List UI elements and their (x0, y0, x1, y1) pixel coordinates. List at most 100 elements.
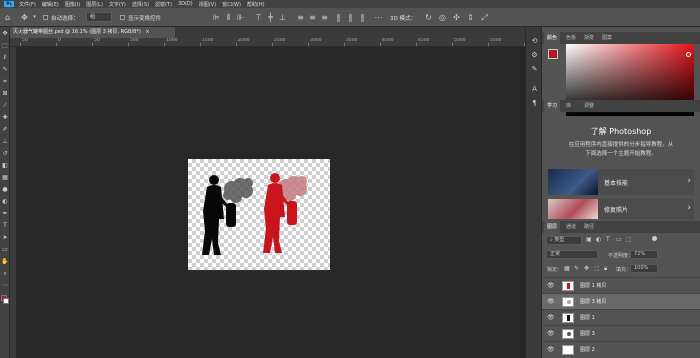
rectangle-tool-icon[interactable]: ▭ (1, 246, 9, 254)
filter-smart-icon[interactable]: ⬚ (626, 236, 632, 243)
align-right-icon[interactable]: ⊪ (236, 13, 245, 22)
tab-paths[interactable]: 路径 (584, 221, 594, 233)
layer-row[interactable]: 👁︎ 图层 2 (542, 341, 700, 357)
color-picker-handle[interactable] (686, 52, 691, 57)
quick-select-tool-icon[interactable]: ✎ (1, 66, 9, 74)
3d-roll-icon[interactable]: ◎ (438, 13, 447, 22)
tab-adjustments[interactable]: 调整 (584, 100, 594, 112)
auto-select-checkbox[interactable] (43, 15, 48, 20)
menu-filter[interactable]: 滤镜(T) (155, 1, 172, 8)
visibility-eye-icon[interactable]: 👁︎ (547, 330, 555, 337)
frame-tool-icon[interactable]: ⊠ (1, 90, 9, 98)
tab-channels[interactable]: 通道 (566, 221, 576, 233)
3d-pan-icon[interactable]: ✣ (452, 13, 461, 22)
visibility-eye-icon[interactable]: 👁︎ (547, 298, 555, 305)
visibility-eye-icon[interactable]: 👁︎ (547, 314, 555, 321)
lock-transparent-icon[interactable]: ▦ (564, 265, 570, 272)
fill-input[interactable]: 100% (630, 264, 658, 273)
tab-color[interactable]: 颜色 (544, 32, 561, 44)
lock-image-icon[interactable]: ✎ (574, 265, 579, 272)
distribute-center-icon[interactable]: ‖ (346, 13, 355, 22)
filter-toggle[interactable] (652, 236, 657, 241)
menu-image[interactable]: 图像(I) (65, 1, 80, 8)
layer-row[interactable]: 👁︎ 图层 3 (542, 325, 700, 341)
lasso-tool-icon[interactable]: ℓ (1, 54, 9, 62)
tab-layers[interactable]: 图层 (544, 221, 561, 233)
history-icon[interactable]: ⟲ (530, 37, 539, 46)
eyedropper-tool-icon[interactable]: ⁄ (1, 102, 9, 110)
menu-3d[interactable]: 3D(D) (178, 1, 193, 7)
learn-card-fix-photo[interactable]: 修复照片 › (548, 199, 694, 219)
opacity-input[interactable]: 72% (630, 250, 658, 259)
align-left-icon[interactable]: ⊫ (212, 13, 221, 22)
crop-tool-icon[interactable]: ⌗ (1, 78, 9, 86)
menu-layer[interactable]: 图层(L) (86, 1, 103, 8)
distribute-middle-icon[interactable]: ≡ (308, 13, 317, 22)
distribute-left-icon[interactable]: ‖ (334, 13, 343, 22)
distribute-top-icon[interactable]: ≡ (296, 13, 305, 22)
paragraph-icon[interactable]: ¶ (530, 99, 539, 108)
hand-tool-icon[interactable]: ✋ (1, 258, 9, 266)
3d-scale-icon[interactable]: ⤢ (480, 13, 489, 22)
type-tool-icon[interactable]: T (1, 222, 9, 230)
tab-patterns[interactable]: 图案 (602, 32, 612, 44)
distribute-bottom-icon[interactable]: ≡ (320, 13, 329, 22)
tab-learn[interactable]: 学习 (544, 100, 561, 112)
menu-select[interactable]: 选择(S) (132, 1, 149, 8)
background-color-swatch[interactable] (3, 298, 9, 304)
brush-settings-icon[interactable]: ✎ (530, 65, 539, 74)
menu-help[interactable]: 帮助(H) (247, 1, 265, 8)
pen-tool-icon[interactable]: ✒ (1, 210, 9, 218)
menu-type[interactable]: 文字(Y) (109, 1, 126, 8)
menu-file[interactable]: 文件(F) (19, 1, 36, 8)
foreground-color-swatch[interactable] (548, 49, 558, 59)
filter-type-icon[interactable]: T (606, 236, 610, 243)
dodge-tool-icon[interactable]: ◐ (1, 198, 9, 206)
layer-row[interactable]: 👁︎ 图层 1 (542, 309, 700, 325)
document-canvas[interactable] (188, 159, 330, 270)
character-icon[interactable]: A (530, 85, 539, 94)
lock-position-icon[interactable]: ✥ (584, 265, 589, 272)
blur-tool-icon[interactable]: ● (1, 186, 9, 194)
filter-adjustment-icon[interactable]: ◐ (596, 236, 601, 243)
lock-all-icon[interactable]: 🔒︎ (604, 265, 607, 273)
show-transform-checkbox[interactable] (120, 15, 125, 20)
layer-row[interactable]: 👁︎ 图层 3 拷贝 (542, 293, 700, 309)
menu-view[interactable]: 视图(V) (199, 1, 216, 8)
auto-select-dropdown[interactable]: 组 (86, 12, 112, 22)
align-bottom-icon[interactable]: ⊥ (278, 13, 287, 22)
filter-shape-icon[interactable]: ▭ (616, 236, 622, 243)
properties-icon[interactable]: ⚙ (530, 51, 539, 60)
more-tools-icon[interactable]: ⋯ (1, 282, 9, 290)
eraser-tool-icon[interactable]: ◧ (1, 162, 9, 170)
menu-window[interactable]: 窗口(W) (222, 1, 241, 8)
visibility-eye-icon[interactable]: 👁︎ (547, 282, 555, 289)
blend-mode-dropdown[interactable]: 正常 (546, 250, 598, 259)
gradient-tool-icon[interactable]: ▦ (1, 174, 9, 182)
align-center-icon[interactable]: ⫴ (224, 13, 233, 22)
move-tool-icon[interactable]: ✥ (20, 13, 29, 22)
lock-artboard-icon[interactable]: ⬚ (594, 265, 600, 272)
menu-edit[interactable]: 编辑(E) (42, 1, 59, 8)
layer-filter-dropdown[interactable]: ⌕ 类型 (546, 236, 582, 245)
brush-tool-icon[interactable]: ✐ (1, 126, 9, 134)
visibility-eye-icon[interactable]: 👁︎ (547, 346, 555, 353)
tab-gradients[interactable]: 渐变 (584, 32, 594, 44)
3d-slide-icon[interactable]: ⇕ (466, 13, 475, 22)
distribute-right-icon[interactable]: ‖ (358, 13, 367, 22)
align-top-icon[interactable]: ⊤ (254, 13, 263, 22)
3d-rotate-icon[interactable]: ↻ (424, 13, 433, 22)
path-select-tool-icon[interactable]: ➤ (1, 234, 9, 242)
healing-brush-tool-icon[interactable]: ✚ (1, 114, 9, 122)
home-icon[interactable]: ⌂ (3, 13, 12, 22)
marquee-tool-icon[interactable]: ⬚ (1, 42, 9, 50)
align-middle-icon[interactable]: ╪ (266, 13, 275, 22)
chevron-down-icon[interactable]: ▾ (30, 13, 39, 22)
filter-pixel-icon[interactable]: ▣ (586, 236, 592, 243)
learn-card-basic-skills[interactable]: 基本技能 › (548, 169, 694, 195)
tab-swatches[interactable]: 色板 (566, 32, 576, 44)
move-tool-icon[interactable]: ✥ (1, 30, 9, 38)
document-tab[interactable]: 灭火器气罐带图丝.psd @ 16.1% (图层 3 拷贝, RGB/8*) × (10, 27, 175, 38)
tab-libraries[interactable]: 库 (566, 100, 571, 112)
layer-row[interactable]: 👁︎ 图层 1 拷贝 (542, 277, 700, 293)
